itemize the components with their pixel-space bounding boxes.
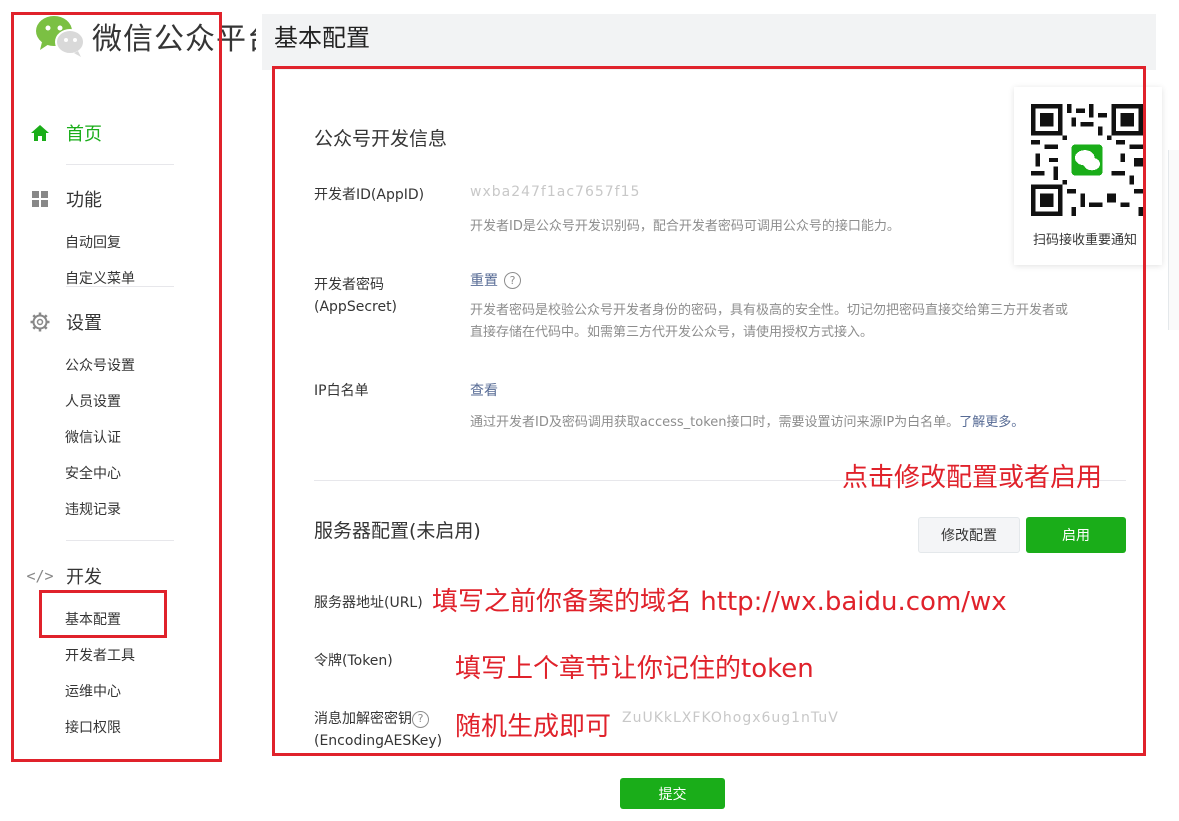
page-title: 基本配置 xyxy=(274,24,370,52)
annotation-url-hint: 填写之前你备案的域名 http://wx.baidu.com/wx xyxy=(432,587,1007,617)
annotation-modify-hint: 点击修改配置或者启用 xyxy=(842,463,1103,493)
right-scroll-strip xyxy=(1168,150,1179,330)
page-title-bar: 基本配置 xyxy=(262,14,1156,70)
annotation-token-hint: 填写上个章节让你记住的token xyxy=(455,654,814,684)
annotation-aes-hint: 随机生成即可 xyxy=(455,712,612,742)
submit-button[interactable]: 提交 xyxy=(620,778,725,809)
annotation-box-basic-config xyxy=(39,590,167,638)
annotation-box-sidebar xyxy=(11,12,222,762)
